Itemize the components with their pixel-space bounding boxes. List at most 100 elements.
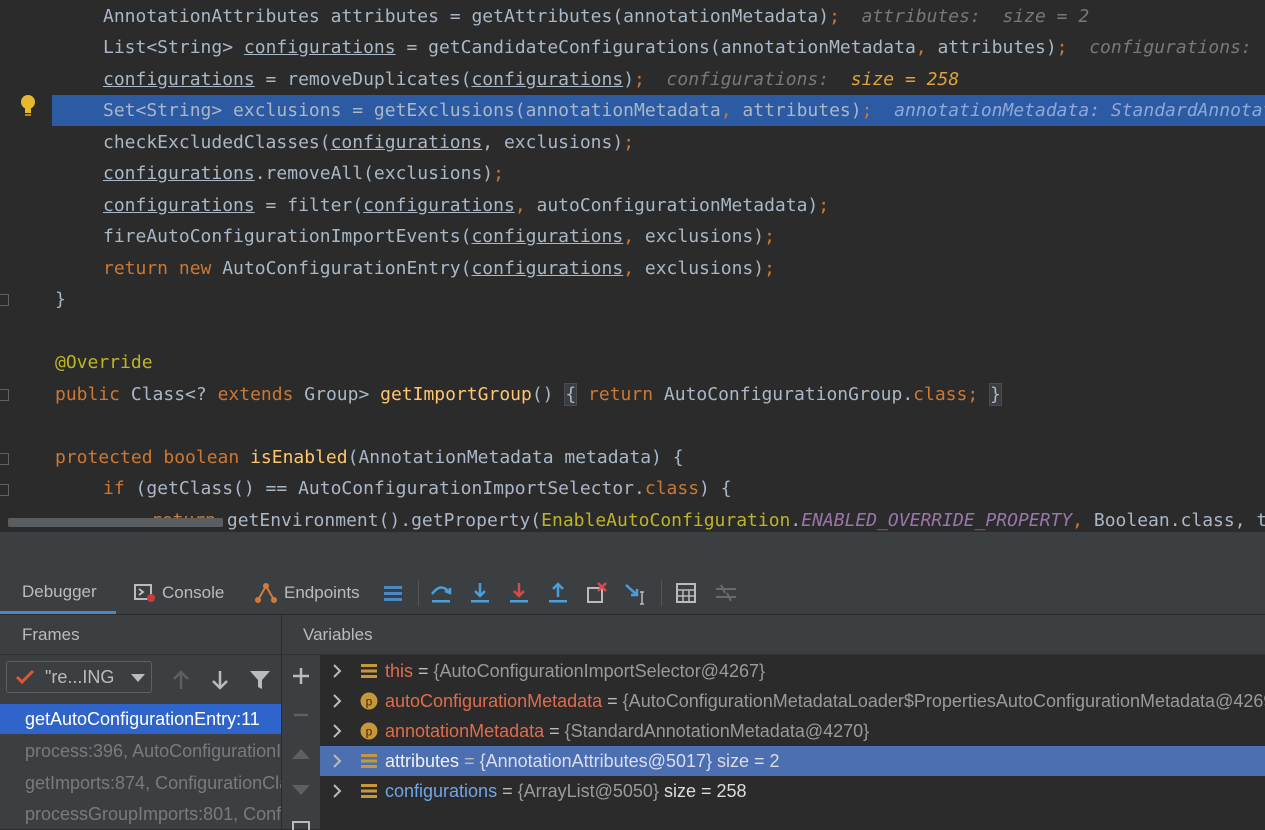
variable-name: annotationMetadata [385, 721, 545, 741]
code-token: class [644, 478, 700, 499]
parameter-icon: p [360, 722, 378, 740]
variable-row[interactable]: configurations = {ArrayList@5050} size =… [320, 776, 1265, 806]
frame-row[interactable]: process:396, AutoConfigurationImportSele… [0, 736, 281, 766]
variable-name: autoConfigurationMetadata [385, 691, 603, 711]
code-token: attributes) [926, 37, 1057, 58]
frame-row[interactable]: processGroupImports:801, ConfigurationCl… [0, 799, 281, 829]
trace-current-stream-icon[interactable] [713, 580, 739, 606]
code-line[interactable]: configurations = filter(configurations, … [0, 190, 1265, 221]
tab-debugger[interactable]: Debugger [0, 572, 116, 614]
code-line[interactable]: List<String> configurations = getCandida… [0, 32, 1265, 63]
field-icon [361, 784, 377, 798]
code-line[interactable]: return new AutoConfigurationEntry(config… [0, 253, 1265, 284]
code-token: ; [623, 132, 635, 153]
variable-text: autoConfigurationMetadata = {AutoConfigu… [385, 686, 1265, 716]
step-into-icon[interactable] [467, 580, 493, 606]
variable-value: {ArrayList@5050} [517, 781, 659, 801]
code-token: ; [829, 6, 840, 27]
code-text: if (getClass() == AutoConfigurationImpor… [103, 473, 732, 504]
run-to-cursor-icon[interactable] [623, 580, 649, 606]
code-text: fireAutoConfigurationImportEvents(config… [103, 221, 775, 252]
threads-menu-icon[interactable] [380, 580, 406, 606]
code-token: Group> [304, 384, 381, 405]
variables-panel: Variables this = {AutoConfigurationImpor… [282, 615, 1265, 830]
code-line[interactable]: configurations.removeAll(exclusions); [0, 158, 1265, 189]
chevron-right-icon[interactable] [330, 754, 344, 768]
code-token: ; [634, 69, 645, 90]
arrow-up-icon[interactable] [171, 669, 191, 691]
force-step-into-icon[interactable] [506, 580, 532, 606]
code-token: getEnvironment().getProperty( [226, 510, 542, 531]
fold-marker-icon[interactable] [0, 294, 9, 306]
evaluate-expression-icon[interactable] [673, 580, 699, 606]
variable-name: configurations [385, 781, 498, 801]
code-token: , [915, 37, 927, 58]
code-line[interactable]: fireAutoConfigurationImportEvents(config… [0, 221, 1265, 252]
variable-row[interactable]: this = {AutoConfigurationImportSelector@… [320, 656, 1265, 686]
step-out-icon[interactable] [545, 580, 571, 606]
code-token: configurations [243, 37, 396, 58]
variable-row[interactable]: p annotationMetadata = {StandardAnnotatio… [320, 716, 1265, 746]
execution-line[interactable]: Set<String> exclusions = getExclusions(a… [52, 95, 1265, 126]
remove-watch-icon[interactable] [291, 705, 311, 725]
chevron-right-icon[interactable] [330, 664, 344, 678]
code-token: } [55, 289, 66, 310]
code-line[interactable] [0, 316, 1265, 347]
move-down-icon[interactable] [292, 785, 310, 797]
chevron-right-icon[interactable] [330, 784, 344, 798]
drop-frame-icon[interactable] [584, 580, 610, 606]
code-line[interactable]: AnnotationAttributes attributes = getAtt… [0, 1, 1265, 32]
code-line[interactable]: protected boolean isEnabled(AnnotationMe… [0, 442, 1265, 473]
field-icon [361, 754, 377, 768]
code-token: autoConfigurationMetadata) [525, 195, 819, 216]
code-token: Set<String> exclusions = getExclusions(a… [103, 100, 721, 121]
add-watch-icon[interactable] [291, 666, 311, 686]
code-token: { [564, 383, 578, 406]
code-token: ; [967, 384, 979, 405]
move-up-icon[interactable] [292, 747, 310, 759]
thread-selector[interactable]: "re...ING [6, 661, 152, 693]
filter-icon[interactable] [249, 669, 271, 691]
frame-row[interactable]: getAutoConfigurationEntry:11 [0, 704, 281, 734]
tab-endpoints[interactable]: Endpoints [254, 572, 360, 614]
code-token: ; [764, 226, 775, 247]
code-token: configurations [103, 195, 255, 216]
code-line[interactable]: configurations = removeDuplicates(config… [0, 64, 1265, 95]
fold-marker-icon[interactable] [0, 484, 9, 496]
code-text: @Override [55, 347, 153, 378]
code-token: size = 258 [850, 69, 960, 90]
code-token: fireAutoConfigurationImportEvents( [103, 226, 472, 247]
code-line[interactable]: @Override [0, 347, 1265, 378]
code-token: AnnotationAttributes attributes = getAtt… [103, 6, 830, 27]
variable-value: {AnnotationAttributes@5017} [479, 751, 713, 771]
code-text: } [55, 284, 66, 315]
code-line[interactable]: public Class<? extends Group> getImportG… [0, 379, 1265, 410]
frame-row[interactable]: getImports:874, ConfigurationClassParser [0, 768, 281, 798]
code-token: (getClass() == AutoConfigurationImportSe… [135, 478, 645, 499]
tab-console[interactable]: Console [134, 572, 224, 614]
code-line[interactable]: if (getClass() == AutoConfigurationImpor… [0, 473, 1265, 504]
code-token: configurations [330, 132, 483, 153]
code-token: ; [818, 195, 830, 216]
code-line[interactable] [0, 410, 1265, 441]
frame-row-label: getImports:874, ConfigurationClassParser [25, 773, 281, 793]
code-token: class [913, 384, 968, 405]
code-token: . [790, 510, 802, 531]
code-line[interactable]: } [0, 284, 1265, 315]
chevron-right-icon[interactable] [330, 694, 344, 708]
variable-row[interactable]: p autoConfigurationMetadata = {AutoConfig… [320, 686, 1265, 716]
code-line[interactable]: checkExcludedClasses(configurations, exc… [0, 127, 1265, 158]
fold-marker-icon[interactable] [0, 453, 9, 465]
code-token: , [623, 226, 635, 247]
horizontal-scrollbar[interactable] [8, 518, 223, 527]
variable-row[interactable]: attributes = {AnnotationAttributes@5017}… [320, 746, 1265, 776]
arrow-down-icon[interactable] [210, 669, 230, 691]
code-token: = getCandidateConfigurations(annotationM… [395, 37, 916, 58]
fold-marker-icon[interactable] [0, 389, 9, 401]
chevron-right-icon[interactable] [330, 724, 344, 738]
code-text: configurations = removeDuplicates(config… [103, 64, 959, 95]
step-over-icon[interactable] [428, 580, 454, 606]
code-editor[interactable]: AnnotationAttributes attributes = getAtt… [0, 0, 1265, 532]
lightbulb-icon[interactable] [19, 94, 37, 118]
